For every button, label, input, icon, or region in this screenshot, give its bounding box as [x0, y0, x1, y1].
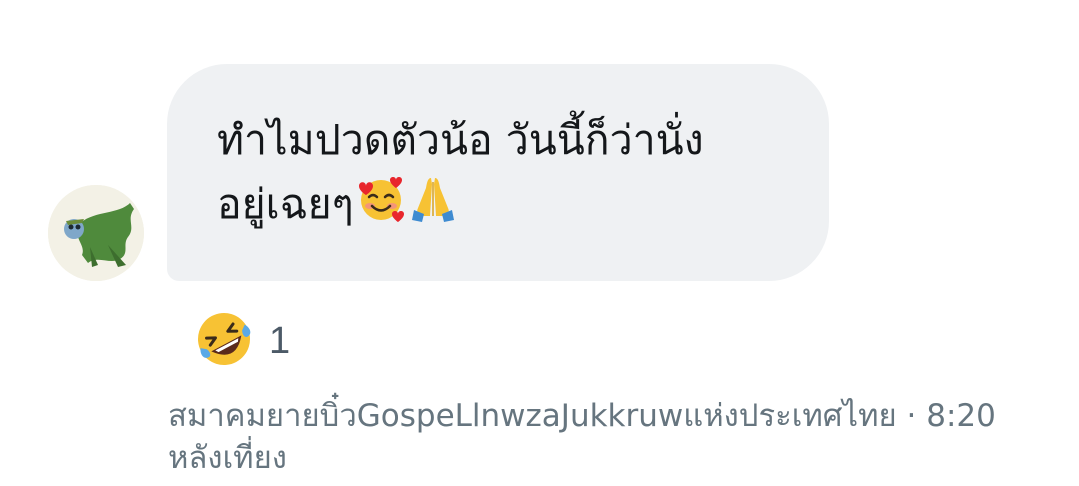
reaction-badge[interactable]: 1 — [193, 308, 290, 374]
folded-hands-icon — [408, 174, 458, 242]
sender-avatar[interactable] — [48, 185, 144, 281]
reaction-count: 1 — [269, 319, 291, 362]
avatar-image — [48, 185, 144, 281]
sender-name[interactable]: สมาคมยายบิ๋วGospeLlnwzaJukkruwแห่งประเทศ… — [168, 398, 897, 434]
message-text-line-2: อยู่เฉยๆ — [217, 172, 789, 242]
smiling-face-with-hearts-icon — [356, 174, 406, 242]
rolling-on-the-floor-laughing-icon — [193, 308, 255, 374]
message-bubble[interactable]: ทำไมปวดตัวน้อ วันนี้ก็ว่านั่ง อยู่เฉยๆ — [167, 64, 829, 281]
message-text-line-1: ทำไมปวดตัวน้อ วันนี้ก็ว่านั่ง — [217, 116, 704, 164]
message-text-line-2-text: อยู่เฉยๆ — [217, 180, 354, 228]
meta-separator: · — [896, 398, 927, 434]
message-meta: สมาคมยายบิ๋วGospeLlnwzaJukkruwแห่งประเทศ… — [168, 395, 1048, 479]
